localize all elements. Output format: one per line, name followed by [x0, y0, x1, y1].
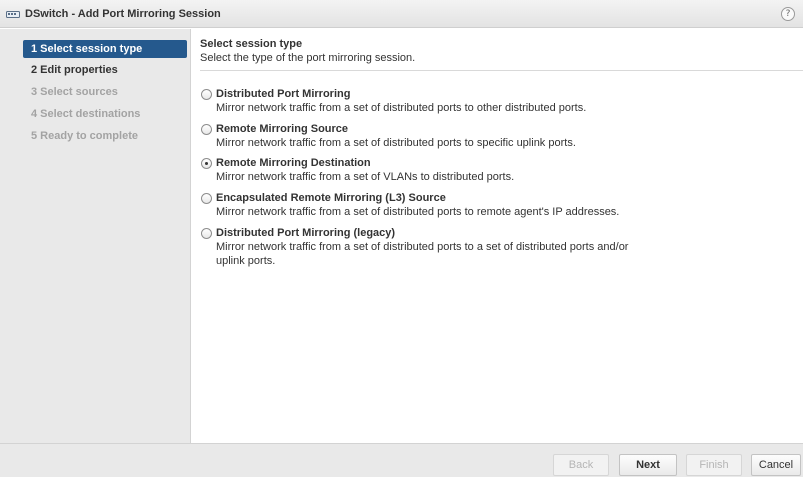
- radio-button[interactable]: [201, 89, 212, 100]
- step-ready-to-complete: 5 Ready to complete: [31, 130, 138, 142]
- back-button[interactable]: Back: [553, 454, 609, 476]
- header-divider: [200, 70, 803, 71]
- radio-button[interactable]: [201, 193, 212, 204]
- radio-button-selected[interactable]: [201, 158, 212, 169]
- distributed-switch-icon: [6, 9, 20, 19]
- step-edit-properties[interactable]: 2 Edit properties: [23, 61, 187, 79]
- option-label[interactable]: Remote Mirroring Source: [216, 123, 671, 136]
- step-select-sources: 3 Select sources: [31, 86, 118, 98]
- step-select-destinations: 4 Select destinations: [31, 108, 141, 120]
- option-description: Mirror network traffic from a set of dis…: [216, 206, 620, 218]
- option-description: Mirror network traffic from a set of dis…: [216, 137, 576, 149]
- page-description: Select the type of the port mirroring se…: [200, 52, 416, 64]
- option-label[interactable]: Remote Mirroring Destination: [216, 157, 671, 170]
- option-distributed-port-mirroring[interactable]: Distributed Port Mirroring Mirror networ…: [201, 88, 671, 115]
- dialog-title: DSwitch - Add Port Mirroring Session: [25, 7, 221, 20]
- cancel-button[interactable]: Cancel: [751, 454, 801, 476]
- option-description: Mirror network traffic from a set of dis…: [216, 241, 629, 267]
- option-encapsulated-remote-mirroring[interactable]: Encapsulated Remote Mirroring (L3) Sourc…: [201, 192, 671, 219]
- wizard-content: Select session type Select the type of t…: [192, 29, 803, 443]
- option-description: Mirror network traffic from a set of VLA…: [216, 171, 515, 183]
- option-label[interactable]: Encapsulated Remote Mirroring (L3) Sourc…: [216, 192, 671, 205]
- wizard-footer: Back Next Finish Cancel: [0, 443, 803, 477]
- step-select-session-type[interactable]: 1 Select session type: [23, 40, 187, 58]
- radio-button[interactable]: [201, 124, 212, 135]
- page-title: Select session type: [200, 38, 303, 50]
- help-icon[interactable]: ?: [781, 7, 795, 21]
- section-header: Select session type Select the type of t…: [200, 38, 415, 65]
- next-button[interactable]: Next: [619, 454, 677, 476]
- dialog-titlebar: DSwitch - Add Port Mirroring Session ?: [0, 0, 803, 28]
- option-description: Mirror network traffic from a set of dis…: [216, 102, 587, 114]
- finish-button[interactable]: Finish: [686, 454, 742, 476]
- option-label[interactable]: Distributed Port Mirroring (legacy): [216, 227, 656, 240]
- radio-button[interactable]: [201, 228, 212, 239]
- wizard-steps-panel: 1 Select session type 2 Edit properties …: [0, 29, 191, 443]
- option-remote-mirroring-destination[interactable]: Remote Mirroring Destination Mirror netw…: [201, 157, 671, 184]
- option-label[interactable]: Distributed Port Mirroring: [216, 88, 671, 101]
- option-remote-mirroring-source[interactable]: Remote Mirroring Source Mirror network t…: [201, 123, 671, 150]
- option-distributed-port-mirroring-legacy[interactable]: Distributed Port Mirroring (legacy) Mirr…: [201, 227, 656, 268]
